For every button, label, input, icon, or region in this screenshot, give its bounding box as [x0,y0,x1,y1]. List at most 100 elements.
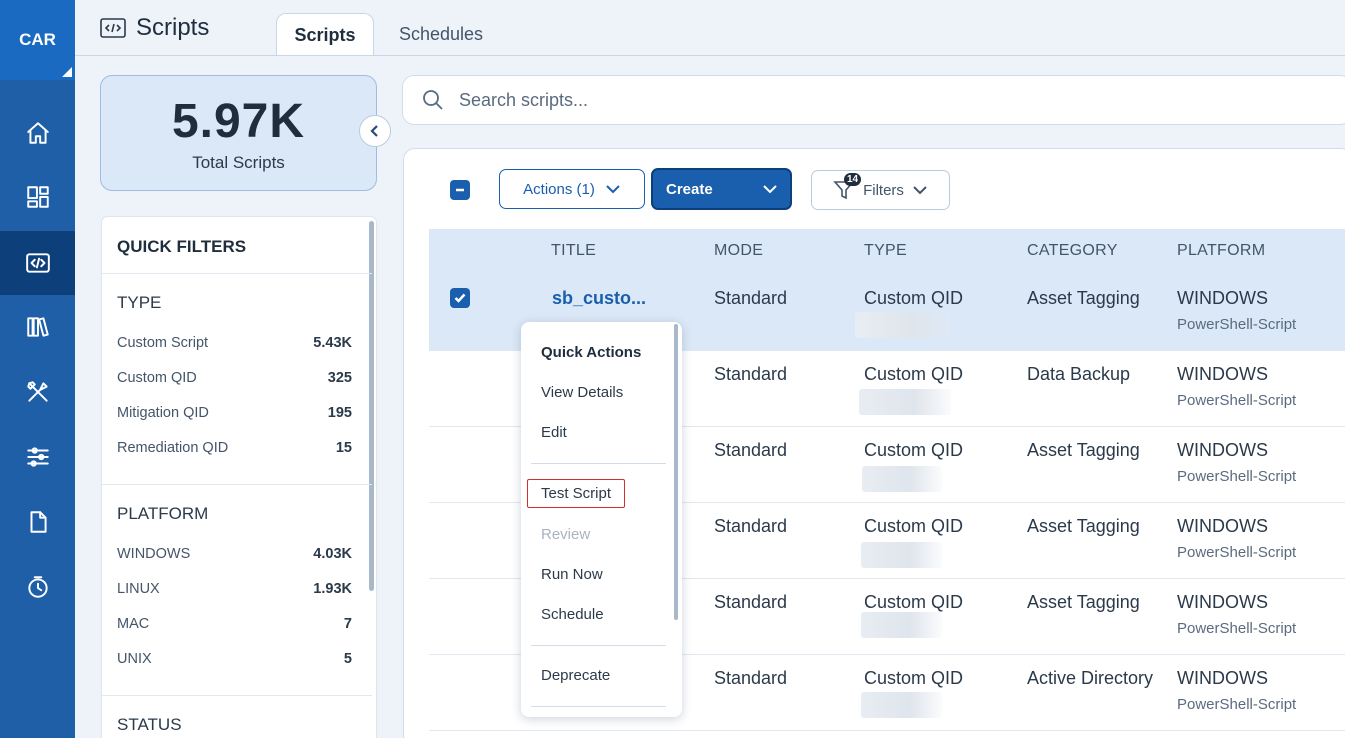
search-bar [402,75,1345,125]
scripts-icon [100,18,126,38]
cell-category: Data Backup [1027,364,1131,384]
filter-item-count: 4.03K [313,546,352,562]
cell-mode: Standard [714,440,788,460]
filter-item-windows[interactable]: WINDOWS 4.03K [117,546,352,562]
column-header-category[interactable]: CATEGORY [1027,242,1118,260]
chevron-left-icon [370,125,378,137]
script-title-link[interactable]: sb_custo... [552,288,646,309]
sliders-icon [26,447,49,467]
cell-type: Custom QID [864,440,964,460]
filter-item-count: 195 [327,405,352,421]
menu-divider [531,645,666,646]
filters-button[interactable]: 14 Filters [811,170,950,210]
cell-platform: WINDOWS [1177,364,1268,384]
nav-home[interactable] [0,101,75,165]
filter-item-label: UNIX [117,651,152,667]
filter-section-status: STATUS [117,715,182,734]
total-scripts-card: 5.97K Total Scripts [100,75,377,191]
nav-history[interactable] [0,555,75,619]
filters-count-badge: 14 [843,173,862,186]
divider [102,695,372,696]
redacted-value [855,312,950,338]
cell-platform-sub: PowerShell-Script [1177,316,1297,333]
actions-button-label: Actions (1) [523,180,595,198]
filter-item-count: 15 [335,440,352,456]
create-button[interactable]: Create [651,168,792,210]
redacted-value [862,466,942,492]
redacted-value [859,389,951,415]
cell-type: Custom QID [864,516,964,536]
filter-item-unix[interactable]: UNIX 5 [117,651,352,667]
cell-category: Asset Tagging [1027,592,1140,612]
page-title: Scripts [100,14,209,42]
header-divider [75,55,1345,56]
app-switcher-corner-icon [62,67,72,77]
filter-item-label: Mitigation QID [117,405,209,421]
column-header-mode[interactable]: MODE [714,242,763,260]
column-header-type[interactable]: TYPE [864,242,907,260]
filter-item-mitigation-qid[interactable]: Mitigation QID 195 [117,405,352,421]
filter-item-mac[interactable]: MAC 7 [117,616,352,632]
nav-rail: CAR [0,0,75,738]
cell-platform-sub: PowerShell-Script [1177,696,1297,713]
cell-platform-sub: PowerShell-Script [1177,468,1297,485]
quick-filters-title: QUICK FILTERS [117,237,247,256]
quick-filters-panel: QUICK FILTERS TYPE Custom Script 5.43K Cu… [101,216,377,738]
total-scripts-value: 5.97K [171,95,306,148]
cell-category: Asset Tagging [1027,440,1140,460]
divider [102,273,372,274]
nav-tools[interactable] [0,360,75,424]
menu-divider [531,463,666,464]
cell-platform: WINDOWS [1177,288,1268,308]
menu-item-run-now[interactable]: Run Now [541,566,603,583]
filter-item-label: Custom Script [117,335,209,351]
total-scripts-label: Total Scripts [192,153,285,172]
menu-divider [531,706,666,707]
column-header-title[interactable]: TITLE [551,242,596,260]
select-all-checkbox[interactable] [450,180,470,200]
nav-settings[interactable] [0,425,75,489]
app-logo-label: CAR [19,30,56,49]
tab-schedules[interactable]: Schedules [386,13,496,56]
tools-icon [26,381,48,402]
filter-item-label: LINUX [117,581,160,597]
minus-icon [456,188,464,192]
column-header-platform[interactable]: PLATFORM [1177,242,1265,260]
nav-scripts[interactable] [0,231,75,295]
redacted-value [861,692,942,718]
home-icon [26,122,49,144]
menu-item-deprecate[interactable]: Deprecate [541,667,610,684]
menu-scrollbar[interactable] [674,324,678,620]
menu-header: Quick Actions [541,344,642,361]
nav-library[interactable] [0,295,75,359]
app-logo[interactable]: CAR [0,0,75,80]
menu-item-schedule[interactable]: Schedule [541,606,604,623]
nav-dashboard[interactable] [0,165,75,229]
cell-category: Active Directory [1027,668,1154,688]
filter-item-count: 7 [343,616,352,632]
actions-button[interactable]: Actions (1) [499,169,645,209]
cell-platform: WINDOWS [1177,592,1268,612]
menu-item-view-details[interactable]: View Details [541,384,623,401]
tab-scripts[interactable]: Scripts [276,13,374,56]
collapse-panel-button[interactable] [359,115,391,147]
cell-category: Asset Tagging [1027,516,1140,536]
filter-item-custom-script[interactable]: Custom Script 5.43K [117,335,352,351]
filter-item-remediation-qid[interactable]: Remediation QID 15 [117,440,352,456]
cell-type: Custom QID [864,288,964,308]
create-button-label: Create [666,180,713,198]
library-icon [26,317,49,337]
filter-item-count: 1.93K [313,581,352,597]
search-input[interactable] [459,89,959,111]
divider [102,484,372,485]
cell-platform: WINDOWS [1177,516,1268,536]
menu-item-test-script[interactable]: Test Script [527,479,626,508]
cell-platform-sub: PowerShell-Script [1177,392,1297,409]
filter-item-custom-qid[interactable]: Custom QID 325 [117,370,352,386]
row-checkbox[interactable] [450,288,470,308]
menu-item-edit[interactable]: Edit [541,424,567,441]
nav-reports[interactable] [0,490,75,554]
filters-scrollbar[interactable] [369,221,374,591]
filter-item-linux[interactable]: LINUX 1.93K [117,581,352,597]
chevron-down-icon [606,185,620,194]
